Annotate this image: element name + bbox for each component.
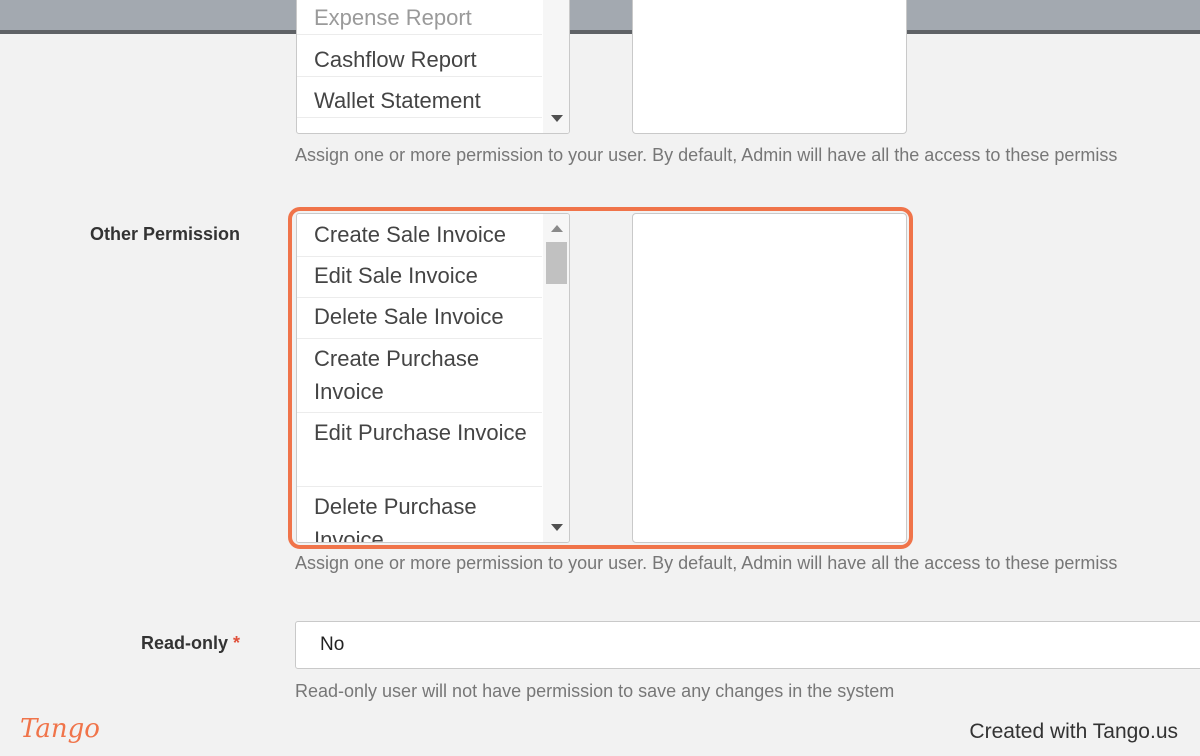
read-only-help: Read-only user will not have permission … bbox=[295, 681, 895, 701]
scrollbar[interactable] bbox=[543, 0, 569, 133]
read-only-label: Read-only * bbox=[141, 633, 240, 654]
top-bar-divider bbox=[0, 30, 1200, 34]
other-permission-help: Assign one or more permission to your us… bbox=[295, 553, 1118, 573]
report-permission-listbox[interactable]: Expense Report Cashflow Report Wallet St… bbox=[296, 0, 570, 134]
tango-highlight-box bbox=[288, 207, 913, 549]
created-with-credit: Created with Tango.us bbox=[969, 720, 1178, 743]
tango-logo: Tango bbox=[20, 714, 100, 744]
other-permission-label: Other Permission bbox=[90, 224, 241, 244]
scroll-down-icon[interactable] bbox=[551, 115, 563, 122]
required-asterisk: * bbox=[233, 633, 241, 653]
list-item[interactable]: Cashflow Report bbox=[297, 43, 542, 77]
report-selected-permissions[interactable] bbox=[632, 0, 907, 134]
read-only-label-text: Read-only bbox=[141, 633, 229, 653]
window-top-bar bbox=[0, 0, 1200, 34]
list-item[interactable]: Expense Report bbox=[297, 1, 542, 35]
report-permission-help: Assign one or more permission to your us… bbox=[295, 145, 1118, 165]
list-item[interactable]: Wallet Statement bbox=[297, 84, 542, 118]
read-only-select[interactable]: No bbox=[295, 621, 1200, 669]
